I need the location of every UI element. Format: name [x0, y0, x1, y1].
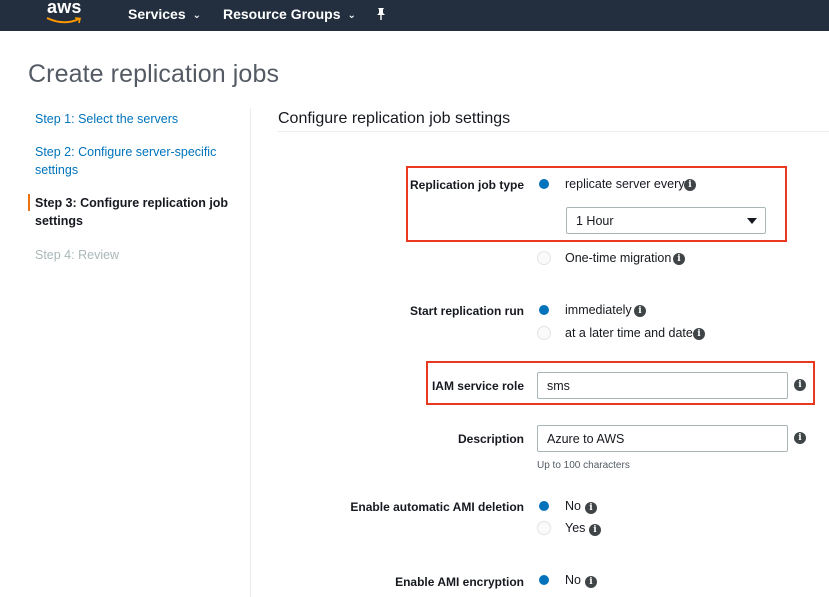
sidebar-divider	[250, 108, 251, 597]
ami-deletion-label: Enable automatic AMI deletion	[350, 500, 524, 514]
current-step-marker	[28, 194, 30, 211]
section-title: Configure replication job settings	[278, 110, 511, 127]
info-icon[interactable]: i	[589, 524, 601, 536]
services-menu-label: Services	[128, 6, 186, 22]
replication-one-time-label[interactable]: One-time migration	[565, 251, 671, 265]
replication-interval-select[interactable]: 1 Hour	[566, 207, 766, 234]
info-icon[interactable]: i	[585, 502, 597, 514]
top-navigation-bar: aws Services ⌄ Resource Groups ⌄	[0, 0, 829, 31]
step-4-disabled: Step 4: Review	[35, 248, 120, 262]
info-icon[interactable]: i	[794, 432, 806, 444]
ami-deletion-no-label[interactable]: No	[565, 499, 581, 513]
aws-logo[interactable]: aws	[43, 0, 87, 27]
description-hint: Up to 100 characters	[537, 460, 630, 471]
services-menu[interactable]: Services ⌄	[128, 6, 201, 22]
ami-deletion-yes-radio[interactable]	[537, 521, 551, 535]
step-1-link[interactable]: Step 1: Select the servers	[35, 110, 235, 128]
start-replication-run-label: Start replication run	[409, 304, 524, 318]
info-icon[interactable]: i	[634, 305, 646, 317]
step-2-link[interactable]: Step 2: Configure server-specific settin…	[35, 143, 235, 179]
info-icon[interactable]: i	[673, 253, 685, 265]
replication-one-time-radio[interactable]	[537, 251, 551, 265]
ami-encryption-no-label[interactable]: No	[565, 573, 581, 587]
replication-recurring-label[interactable]: replicate server every	[565, 177, 685, 191]
select-caret-icon	[747, 218, 757, 224]
ami-encryption-label: Enable AMI encryption	[395, 575, 524, 589]
resource-groups-menu[interactable]: Resource Groups ⌄	[223, 6, 356, 22]
pin-icon[interactable]	[374, 7, 388, 21]
start-later-label[interactable]: at a later time and date	[565, 326, 693, 340]
section-divider	[278, 131, 829, 132]
ami-deletion-no-radio[interactable]	[537, 499, 551, 513]
resource-groups-menu-label: Resource Groups	[223, 6, 341, 22]
info-icon[interactable]: i	[684, 179, 696, 191]
ami-encryption-no-radio[interactable]	[537, 573, 551, 587]
info-icon[interactable]: i	[794, 379, 806, 391]
aws-smile-icon	[46, 17, 81, 24]
chevron-down-icon: ⌄	[192, 10, 201, 21]
iam-service-role-input[interactable]: sms	[537, 372, 788, 399]
iam-service-role-value: sms	[547, 379, 570, 393]
step-3-current: Step 3: Configure replication job settin…	[35, 196, 229, 228]
start-immediately-label[interactable]: immediately	[565, 303, 632, 317]
description-label: Description	[457, 432, 524, 446]
replication-recurring-radio[interactable]	[537, 177, 551, 191]
ami-deletion-yes-label[interactable]: Yes	[565, 521, 585, 535]
page-title: Create replication jobs	[28, 60, 280, 88]
description-input[interactable]: Azure to AWS	[537, 425, 788, 452]
aws-logo-text: aws	[47, 0, 82, 17]
chevron-down-icon: ⌄	[347, 10, 356, 21]
info-icon[interactable]: i	[585, 576, 597, 588]
start-immediately-radio[interactable]	[537, 303, 551, 317]
replication-interval-value: 1 Hour	[576, 214, 614, 228]
replication-job-type-label: Replication job type	[409, 178, 524, 192]
start-later-radio[interactable]	[537, 326, 551, 340]
iam-service-role-label: IAM service role	[431, 379, 524, 393]
info-icon[interactable]: i	[693, 328, 705, 340]
description-value: Azure to AWS	[547, 432, 625, 446]
